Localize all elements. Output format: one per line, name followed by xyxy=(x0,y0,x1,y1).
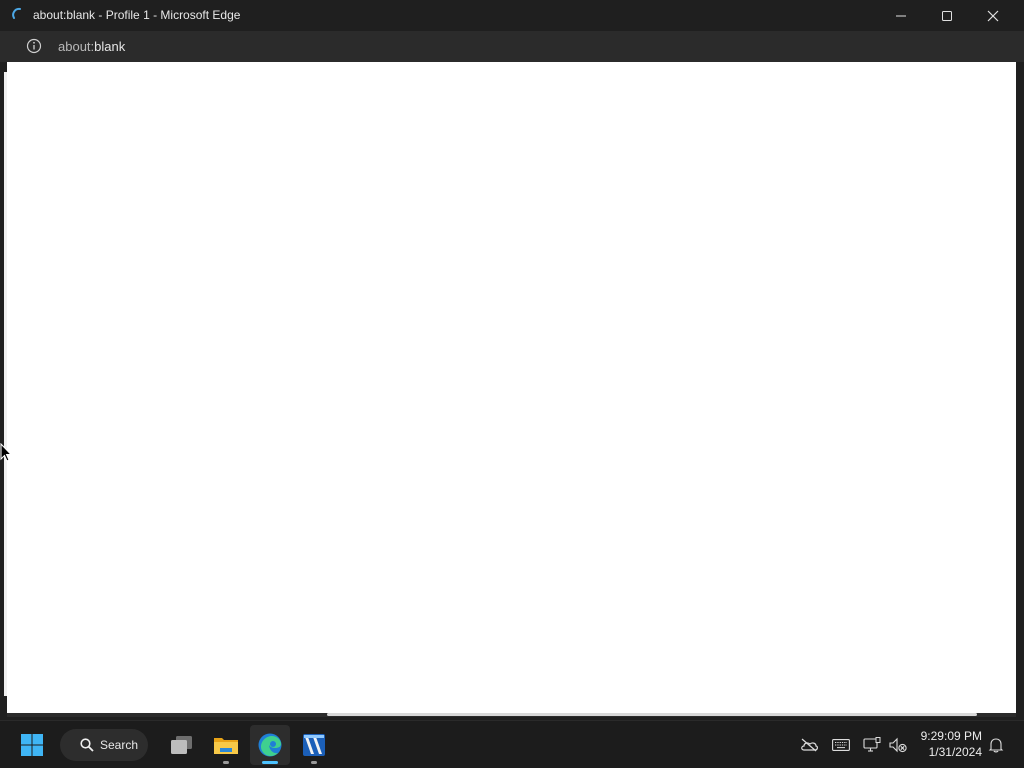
volume-muted-icon xyxy=(889,737,907,753)
info-icon[interactable] xyxy=(26,38,42,54)
volume-button[interactable] xyxy=(888,735,908,755)
close-button[interactable] xyxy=(970,0,1016,31)
browser-window: about:blank - Profile 1 - Microsoft Edge… xyxy=(0,0,1024,720)
edge-icon xyxy=(258,733,282,757)
keyboard-button[interactable] xyxy=(831,735,851,755)
clock-date: 1/31/2024 xyxy=(928,745,982,759)
url-scheme: about: xyxy=(58,39,95,54)
active-indicator xyxy=(262,761,278,764)
page-viewport[interactable] xyxy=(7,62,1016,713)
task-view-icon xyxy=(171,736,192,754)
maximize-button[interactable] xyxy=(924,0,970,31)
close-icon xyxy=(987,10,999,21)
url-text[interactable]: about:blank xyxy=(58,39,125,54)
clock-time: 9:29:09 PM xyxy=(920,729,982,743)
running-indicator xyxy=(311,761,317,764)
notification-bell-icon xyxy=(988,738,1004,753)
loading-spinner-icon xyxy=(12,7,21,19)
url-host: blank xyxy=(94,39,126,54)
onedrive-button[interactable] xyxy=(799,735,819,755)
search-button[interactable]: Search xyxy=(60,729,148,761)
windows-logo-icon xyxy=(21,734,43,756)
horizontal-scroll-thumb[interactable] xyxy=(327,713,977,716)
search-label: Search xyxy=(100,738,139,752)
app-icon xyxy=(303,734,325,756)
mouse-cursor-icon xyxy=(0,443,12,462)
maximize-icon xyxy=(942,10,952,21)
network-button[interactable] xyxy=(862,735,882,755)
search-icon xyxy=(80,738,94,752)
start-button[interactable] xyxy=(12,725,52,765)
file-explorer-icon xyxy=(214,738,238,754)
taskbar: Search 9:29:09 PM 1/31/2024 xyxy=(0,720,1024,768)
keyboard-icon xyxy=(832,739,850,751)
network-icon xyxy=(863,737,881,752)
window-title: about:blank - Profile 1 - Microsoft Edge xyxy=(33,8,241,22)
minimize-button[interactable] xyxy=(878,0,924,31)
address-bar[interactable]: about:blank xyxy=(0,31,1024,62)
onedrive-offline-icon xyxy=(801,738,818,752)
edge-button[interactable] xyxy=(250,725,290,765)
clock[interactable]: 9:29:09 PM 1/31/2024 xyxy=(912,728,982,760)
task-view-button[interactable] xyxy=(162,725,202,765)
title-bar[interactable]: about:blank - Profile 1 - Microsoft Edge xyxy=(0,0,1024,31)
running-indicator xyxy=(223,761,229,764)
file-explorer-button[interactable] xyxy=(206,725,246,765)
app-button[interactable] xyxy=(294,725,334,765)
minimize-icon xyxy=(896,15,906,16)
notifications-button[interactable] xyxy=(986,735,1006,755)
